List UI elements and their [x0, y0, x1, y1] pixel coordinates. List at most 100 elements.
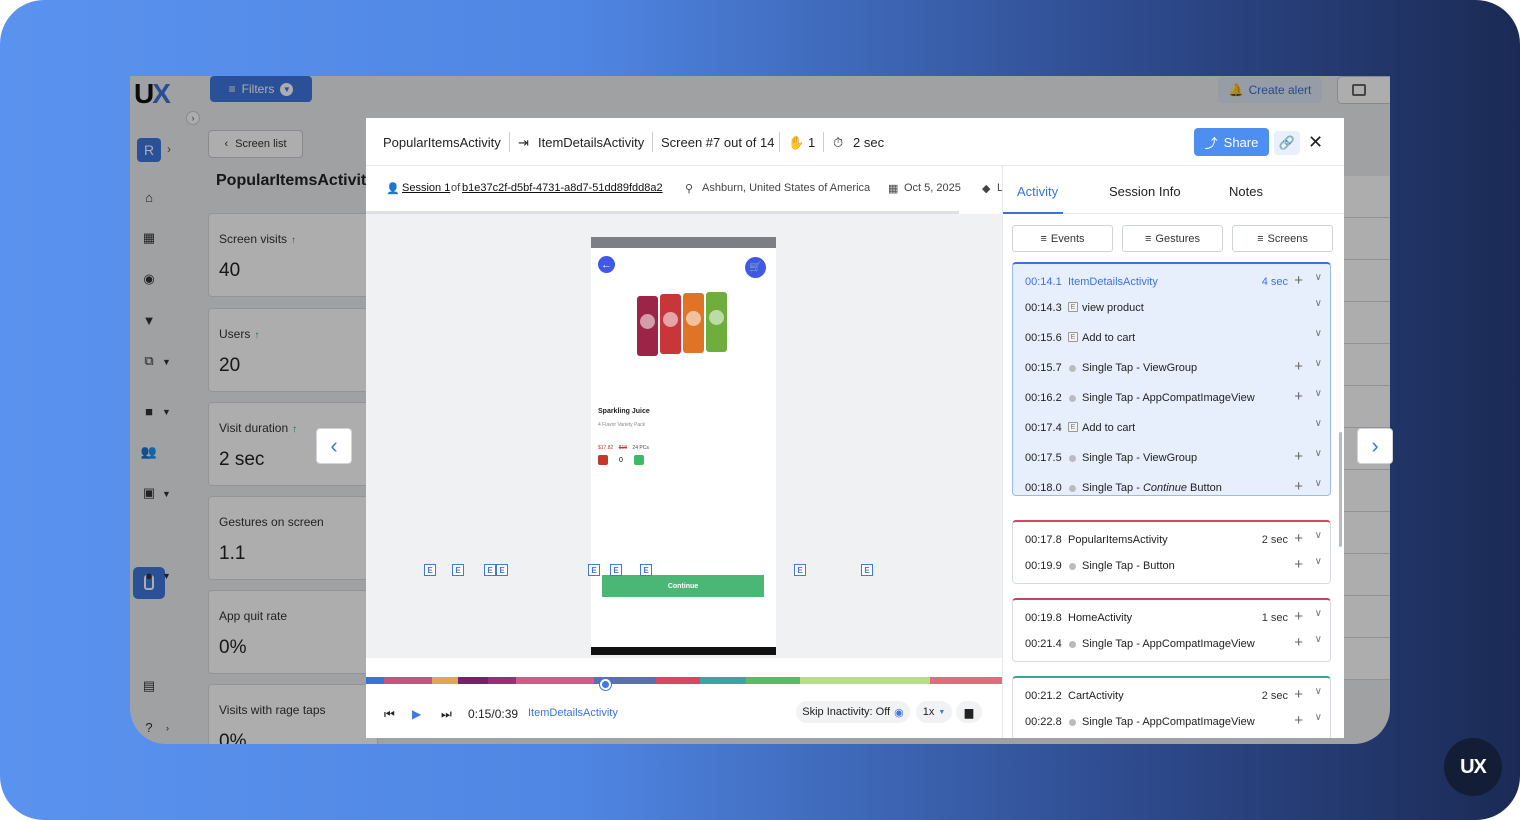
product-image	[660, 294, 681, 354]
skip-inactivity-toggle[interactable]: Skip Inactivity: Off ◉	[796, 701, 910, 723]
previous-screen-button[interactable]: ‹	[316, 428, 352, 464]
chevron-down-icon[interactable]: ∨	[1315, 418, 1322, 429]
chevron-down-icon[interactable]: ∨	[1315, 634, 1322, 645]
product-price: $17.82 $18 24 PCs	[598, 445, 649, 451]
filter-icon: ≡	[1257, 232, 1264, 245]
gestures-filter-button[interactable]: ≡ Gestures	[1122, 225, 1223, 252]
comment-icon: ▆	[964, 706, 974, 719]
event-marker[interactable]: E	[588, 564, 600, 576]
plus-icon[interactable]: +	[1294, 608, 1303, 625]
tab-activity[interactable]: Activity	[1017, 184, 1058, 199]
screen-group[interactable]: 00:21.2 CartActivity 2 sec + ∨ 00:22.8 Single …	[1012, 676, 1331, 738]
from-screen: PopularItemsActivity	[383, 135, 501, 150]
skip-back-icon[interactable]: ⏮	[384, 707, 395, 722]
event-time: 00:15.6	[1025, 332, 1062, 344]
plus-icon[interactable]: +	[1294, 634, 1303, 651]
event-time: 00:17.8	[1025, 534, 1062, 546]
chevron-down-icon[interactable]: ∨	[1315, 388, 1322, 399]
chevron-down-icon[interactable]: ∨	[1315, 272, 1322, 283]
event-marker[interactable]: E	[794, 564, 806, 576]
play-icon[interactable]: ▶	[412, 707, 421, 721]
tab-session-info[interactable]: Session Info	[1109, 184, 1181, 199]
chevron-down-icon[interactable]: ∨	[1315, 328, 1322, 339]
event-row[interactable]: 00:14.3 Eview product ∨	[1013, 292, 1332, 322]
scrollbar[interactable]	[1339, 432, 1342, 547]
event-row[interactable]: 00:17.4 E Add to cart ∨	[1013, 412, 1332, 442]
event-time: 00:14.1	[1025, 276, 1062, 288]
plus-icon[interactable]: +	[1294, 272, 1303, 289]
plus-icon[interactable]: +	[1294, 448, 1303, 465]
event-time: 00:19.9	[1025, 560, 1062, 572]
plus-icon[interactable]: +	[1294, 712, 1303, 729]
close-icon: ✕	[1308, 132, 1324, 152]
plus-icon[interactable]: +	[1294, 686, 1303, 703]
plus-icon[interactable]: +	[1294, 478, 1303, 495]
event-time: 00:14.3	[1025, 302, 1062, 314]
custom-event-icon: E	[1068, 302, 1078, 312]
player-controls: ⏮ ▶ ⏭ 0:15/0:39 ItemDetailsActivity Skip…	[366, 690, 1002, 738]
event-row[interactable]: 00:22.8 Single Tap - AppCompatImageView + ∨	[1013, 706, 1332, 736]
copy-link-button[interactable]: 🔗	[1274, 131, 1300, 155]
tab-notes[interactable]: Notes	[1229, 184, 1263, 199]
chevron-down-icon[interactable]: ∨	[1315, 712, 1322, 723]
playback-timeline[interactable]	[366, 677, 1002, 684]
user-icon: 👤	[386, 183, 400, 195]
close-button[interactable]: ✕	[1308, 132, 1323, 153]
screen-duration: 1 sec	[1261, 612, 1288, 624]
phone-continue-button: Continue	[602, 575, 764, 597]
phone-screen: ← 🛒 Sparkling Juice 4 Flavor Variety Pac…	[591, 237, 776, 655]
chevron-down-icon[interactable]: ∨	[1315, 556, 1322, 567]
chevron-down-icon[interactable]: ∨	[1315, 530, 1322, 541]
event-row[interactable]: 00:15.6 E Add to cart ∨	[1013, 322, 1332, 352]
product-image	[706, 292, 727, 352]
plus-icon[interactable]: +	[1294, 388, 1303, 405]
next-screen-button[interactable]: ›	[1357, 428, 1393, 464]
comment-button[interactable]: ▆	[956, 701, 982, 723]
chevron-down-icon[interactable]: ∨	[1315, 448, 1322, 459]
event-row[interactable]: 00:16.2 Single Tap - AppCompatImageView + ∨	[1013, 382, 1332, 412]
session-link[interactable]: Session 1	[402, 182, 450, 194]
event-marker[interactable]: E	[452, 564, 464, 576]
event-marker[interactable]: E	[484, 564, 496, 576]
event-label: Single Tap - AppCompatImageView	[1082, 716, 1255, 728]
event-row[interactable]: 00:17.5 Single Tap - ViewGroup + ∨	[1013, 442, 1332, 472]
share-button[interactable]: ⤴ Share	[1194, 128, 1269, 156]
event-marker[interactable]: E	[496, 564, 508, 576]
gesture-dot-icon	[1069, 395, 1076, 402]
event-time: 00:15.7	[1025, 362, 1062, 374]
screen-group[interactable]: 00:14.1 ItemDetailsActivity 4 sec + ∨ 00:14.3…	[1012, 262, 1331, 496]
plus-icon[interactable]: +	[1294, 530, 1303, 547]
event-marker[interactable]: E	[424, 564, 436, 576]
event-marker[interactable]: E	[640, 564, 652, 576]
timeline-scrubber[interactable]	[599, 679, 611, 690]
event-marker[interactable]: E	[610, 564, 622, 576]
event-row[interactable]: 00:18.0 Single Tap - Continue Button + ∨	[1013, 472, 1332, 502]
chevron-down-icon[interactable]: ∨	[1315, 608, 1322, 619]
activity-list: 00:14.1 ItemDetailsActivity 4 sec + ∨ 00:14.3…	[1003, 262, 1344, 738]
gesture-dot-icon	[1069, 563, 1076, 570]
event-row[interactable]: 00:19.9 Single Tap - Button + ∨	[1013, 550, 1332, 580]
screen-group[interactable]: 00:19.8 HomeActivity 1 sec + ∨ 00:21.4 Single …	[1012, 598, 1331, 662]
plus-icon[interactable]: +	[1294, 556, 1303, 573]
event-row[interactable]: 00:15.7 Single Tap - ViewGroup + ∨	[1013, 352, 1332, 382]
plus-icon[interactable]: +	[1294, 358, 1303, 375]
event-label: Single Tap - ViewGroup	[1082, 362, 1198, 374]
event-row[interactable]: 00:21.4 Single Tap - AppCompatImageView + ∨	[1013, 628, 1332, 658]
screens-filter-button[interactable]: ≡ Screens	[1232, 225, 1333, 252]
session-id-link[interactable]: b1e37c2f-d5bf-4731-a8d7-51dd89fdd8a2	[462, 182, 663, 194]
screen-position: Screen #7 out of 14	[661, 135, 775, 150]
events-filter-button[interactable]: ≡ Events	[1012, 225, 1113, 252]
product-image	[637, 296, 658, 356]
event-marker[interactable]: E	[861, 564, 873, 576]
event-label: Single Tap - ViewGroup	[1082, 452, 1198, 464]
gesture-dot-icon	[1069, 485, 1076, 492]
product-subtitle: 4 Flavor Variety Pack	[598, 422, 646, 428]
speed-select[interactable]: 1x ▼	[916, 701, 952, 723]
chevron-down-icon[interactable]: ∨	[1315, 478, 1322, 489]
screen-name: ItemDetailsActivity	[1068, 276, 1158, 288]
skip-forward-icon[interactable]: ⏭	[441, 707, 452, 722]
chevron-down-icon[interactable]: ∨	[1315, 358, 1322, 369]
chevron-down-icon[interactable]: ∨	[1315, 686, 1322, 697]
chevron-down-icon[interactable]: ∨	[1315, 298, 1322, 309]
screen-group[interactable]: 00:17.8 PopularItemsActivity 2 sec + ∨ 00:19.…	[1012, 520, 1331, 584]
